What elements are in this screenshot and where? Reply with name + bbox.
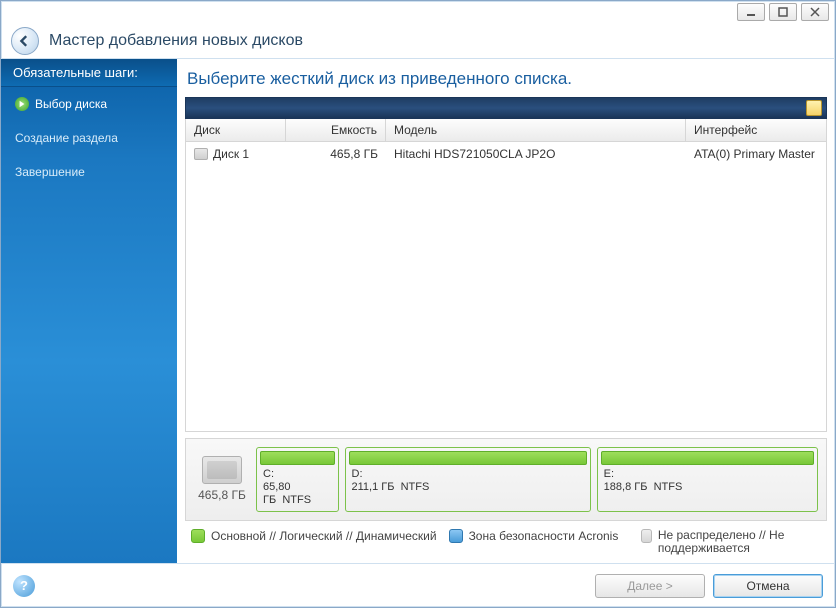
partition-panel: 465,8 ГБ C:65,80 ГБ NTFS D:211,1 ГБ NTFS… [185, 438, 827, 521]
sidebar: Обязательные шаги: Выбор диска Создание … [1, 59, 177, 563]
wizard-title: Мастер добавления новых дисков [49, 32, 303, 50]
sidebar-item-create-partition[interactable]: Создание раздела [1, 121, 177, 155]
col-interface[interactable]: Интерфейс [686, 119, 826, 141]
footer: ? Далее > Отмена [1, 563, 835, 607]
sidebar-heading: Обязательные шаги: [1, 59, 177, 87]
partition-label: E:188,8 ГБ NTFS [601, 465, 814, 494]
partition-c[interactable]: C:65,80 ГБ NTFS [256, 447, 339, 512]
table-body: Диск 1 465,8 ГБ Hitachi HDS721050CLA JP2… [186, 142, 826, 431]
wizard-window: Мастер добавления новых дисков Обязатель… [0, 0, 836, 608]
hdd-icon [202, 456, 242, 484]
disk-total-size: 465,8 ГБ [198, 488, 246, 502]
table-header: Диск Емкость Модель Интерфейс [186, 119, 826, 142]
sidebar-item-label: Создание раздела [15, 131, 118, 145]
swatch-green-icon [191, 529, 205, 543]
sidebar-item-finish[interactable]: Завершение [1, 155, 177, 189]
swatch-blue-icon [449, 529, 463, 543]
legend-types: Основной // Логический // Динамический [191, 529, 437, 543]
legend-unalloc: Не распределено // Не поддерживается [641, 529, 821, 555]
header: Мастер добавления новых дисков [1, 23, 835, 59]
main-panel: Выберите жесткий диск из приведенного сп… [177, 59, 835, 563]
disk-table: Диск Емкость Модель Интерфейс Диск 1 465… [185, 119, 827, 432]
partition-label: D:211,1 ГБ NTFS [349, 465, 587, 494]
sidebar-item-label: Выбор диска [35, 97, 107, 111]
disk-icon [194, 148, 208, 160]
columns-icon[interactable] [806, 100, 822, 116]
partition-bar [601, 451, 814, 465]
maximize-button[interactable] [769, 3, 797, 21]
sidebar-item-label: Завершение [15, 165, 85, 179]
partition-disk-header: 465,8 ГБ [194, 447, 250, 512]
partition-bar [349, 451, 587, 465]
table-row[interactable]: Диск 1 465,8 ГБ Hitachi HDS721050CLA JP2… [186, 142, 826, 166]
swatch-grey-icon [641, 529, 652, 543]
titlebar [1, 1, 835, 23]
partition-bar [260, 451, 335, 465]
legend: Основной // Логический // Динамический З… [185, 521, 827, 555]
col-disk[interactable]: Диск [186, 119, 286, 141]
next-button[interactable]: Далее > [595, 574, 705, 598]
cell-interface: ATA(0) Primary Master [686, 145, 826, 163]
toolbar [185, 97, 827, 119]
close-button[interactable] [801, 3, 829, 21]
arrow-icon [15, 97, 29, 111]
minimize-button[interactable] [737, 3, 765, 21]
cell-disk: Диск 1 [186, 145, 286, 163]
body: Обязательные шаги: Выбор диска Создание … [1, 59, 835, 563]
partition-e[interactable]: E:188,8 ГБ NTFS [597, 447, 818, 512]
back-button[interactable] [11, 27, 39, 55]
partition-label: C:65,80 ГБ NTFS [260, 465, 335, 508]
col-model[interactable]: Модель [386, 119, 686, 141]
col-capacity[interactable]: Емкость [286, 119, 386, 141]
cell-model: Hitachi HDS721050CLA JP2O [386, 145, 686, 163]
help-button[interactable]: ? [13, 575, 35, 597]
legend-zone: Зона безопасности Acronis [449, 529, 619, 543]
sidebar-item-select-disk[interactable]: Выбор диска [1, 87, 177, 121]
cancel-button[interactable]: Отмена [713, 574, 823, 598]
page-title: Выберите жесткий диск из приведенного сп… [187, 69, 827, 89]
partition-d[interactable]: D:211,1 ГБ NTFS [345, 447, 591, 512]
cell-capacity: 465,8 ГБ [286, 145, 386, 163]
